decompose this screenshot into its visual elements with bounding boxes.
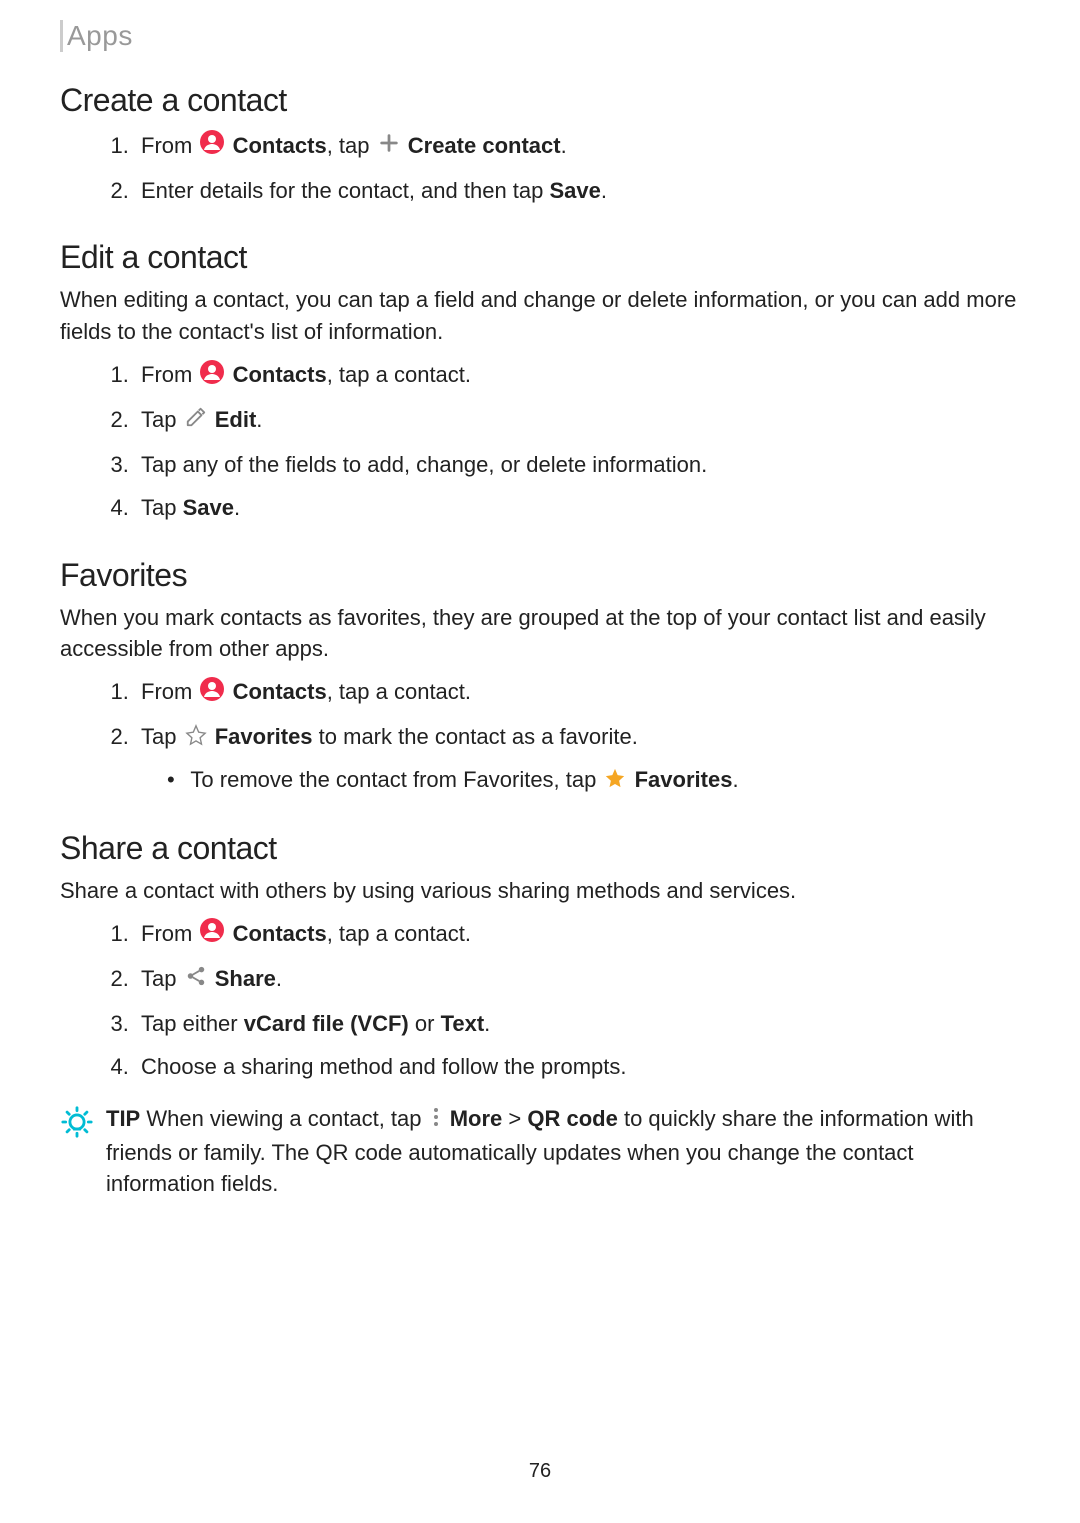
section-title-edit: Edit a contact — [60, 239, 1020, 276]
section-title-favorites: Favorites — [60, 557, 1020, 594]
text: When viewing a contact, tap — [140, 1106, 427, 1131]
fav-step-1: From Contacts, tap a contact. — [135, 673, 1020, 712]
text: , tap a contact. — [327, 921, 471, 946]
text: From — [141, 921, 198, 946]
edit-step-4: Tap Save. — [135, 489, 1020, 526]
text-bold: vCard file (VCF) — [244, 1011, 409, 1036]
text-bold: Save — [549, 178, 600, 203]
text: . — [732, 767, 738, 792]
tip-text: TIP When viewing a contact, tap More > Q… — [106, 1103, 1020, 1200]
text-bold: Favorites — [635, 767, 733, 792]
text: Tap — [141, 495, 183, 520]
edit-desc: When editing a contact, you can tap a fi… — [60, 284, 1020, 348]
text-bold: Edit — [215, 407, 257, 432]
tip-lightbulb-icon — [60, 1105, 94, 1148]
text: , tap — [327, 133, 376, 158]
text: . — [601, 178, 607, 203]
text-bold: Save — [183, 495, 234, 520]
share-step-2: Tap Share. — [135, 960, 1020, 999]
tip-label: TIP — [106, 1106, 140, 1131]
contacts-icon — [200, 128, 224, 165]
text: . — [561, 133, 567, 158]
text: . — [276, 966, 282, 991]
star-filled-icon — [604, 763, 626, 800]
edit-step-1: From Contacts, tap a contact. — [135, 356, 1020, 395]
contacts-icon — [200, 916, 224, 953]
share-icon — [185, 961, 207, 998]
text: or — [409, 1011, 441, 1036]
text-bold: Text — [441, 1011, 485, 1036]
text: Tap either — [141, 1011, 244, 1036]
contacts-icon — [200, 358, 224, 395]
section-title-create: Create a contact — [60, 82, 1020, 119]
section-title-share: Share a contact — [60, 830, 1020, 867]
plus-icon — [378, 128, 400, 165]
text: , tap a contact. — [327, 362, 471, 387]
star-outline-icon — [185, 720, 207, 757]
text-bold: Contacts — [233, 362, 327, 387]
text: Tap — [141, 407, 183, 432]
text: . — [484, 1011, 490, 1036]
share-step-3: Tap either vCard file (VCF) or Text. — [135, 1005, 1020, 1042]
text: From — [141, 362, 198, 387]
text-bold: Contacts — [233, 133, 327, 158]
fav-step-2: Tap Favorites to mark the contact as a f… — [135, 718, 1020, 800]
text: From — [141, 133, 198, 158]
text: , tap a contact. — [327, 679, 471, 704]
text-bold: Share — [215, 966, 276, 991]
text-bold: Create contact — [408, 133, 561, 158]
more-dots-icon — [430, 1105, 442, 1137]
edit-pencil-icon — [185, 402, 207, 439]
text-bold: More — [450, 1106, 503, 1131]
share-step-4: Choose a sharing method and follow the p… — [135, 1048, 1020, 1085]
text: Tap — [141, 724, 183, 749]
edit-step-2: Tap Edit. — [135, 401, 1020, 440]
contacts-icon — [200, 675, 224, 712]
text: Tap — [141, 966, 183, 991]
text: . — [256, 407, 262, 432]
create-step-1: From Contacts, tap Create contact. — [135, 127, 1020, 166]
share-desc: Share a contact with others by using var… — [60, 875, 1020, 907]
fav-desc: When you mark contacts as favorites, the… — [60, 602, 1020, 666]
create-step-2: Enter details for the contact, and then … — [135, 172, 1020, 209]
text-bold: Favorites — [215, 724, 313, 749]
tip-block: TIP When viewing a contact, tap More > Q… — [60, 1103, 1020, 1200]
text: Enter details for the contact, and then … — [141, 178, 549, 203]
text: From — [141, 679, 198, 704]
text-bold: Contacts — [233, 921, 327, 946]
text-bold: QR code — [527, 1106, 617, 1131]
page-number: 76 — [60, 1460, 1020, 1483]
fav-sub-item: To remove the contact from Favorites, ta… — [161, 761, 1020, 800]
text: To remove the contact from Favorites, ta… — [190, 767, 602, 792]
share-step-1: From Contacts, tap a contact. — [135, 915, 1020, 954]
page-header: Apps — [60, 20, 1020, 52]
text: to mark the contact as a favorite. — [313, 724, 638, 749]
edit-step-3: Tap any of the fields to add, change, or… — [135, 446, 1020, 483]
text-bold: Contacts — [233, 679, 327, 704]
text: . — [234, 495, 240, 520]
text: > — [502, 1106, 527, 1131]
